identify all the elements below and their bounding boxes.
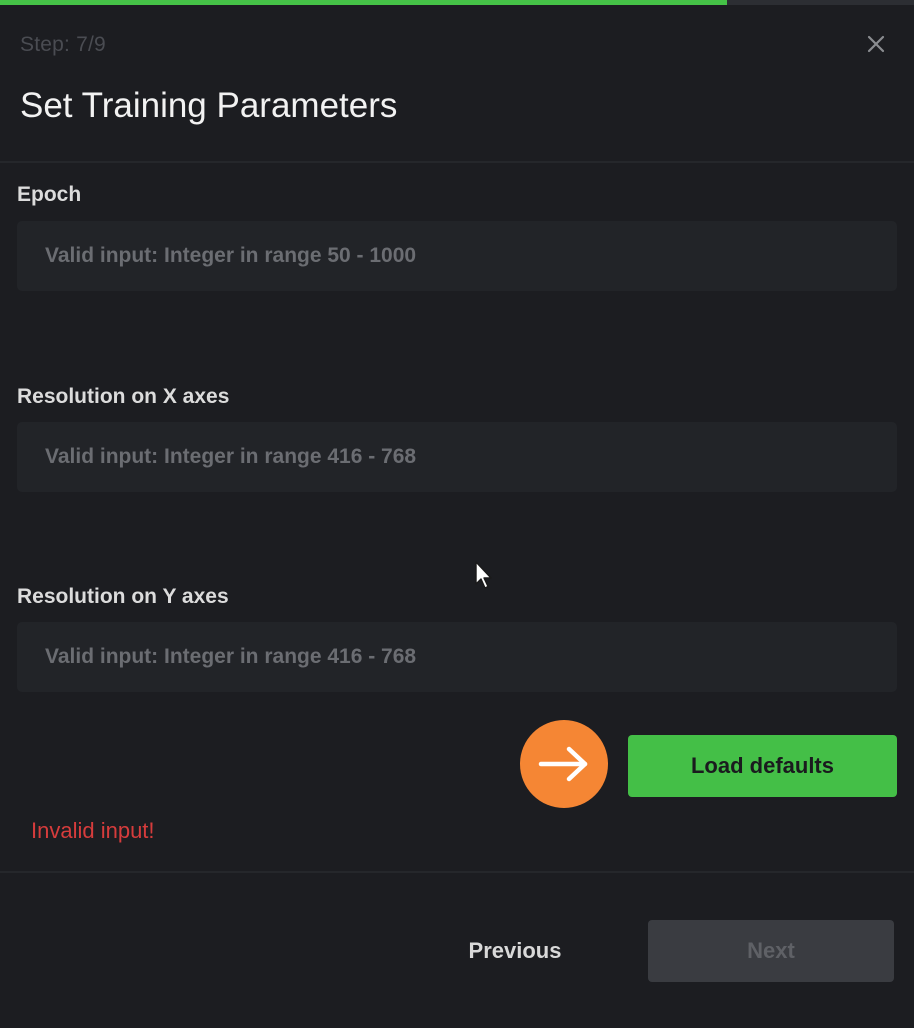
resolution-y-input[interactable]: [17, 622, 897, 692]
epoch-input[interactable]: [17, 221, 897, 291]
epoch-label: Epoch: [17, 183, 82, 206]
hint-arrow-badge: [520, 720, 608, 808]
load-defaults-button[interactable]: Load defaults: [628, 735, 897, 797]
resolution-y-label: Resolution on Y axes: [17, 585, 229, 608]
resolution-x-input[interactable]: [17, 422, 897, 492]
close-button[interactable]: [862, 30, 890, 58]
error-message: Invalid input!: [31, 818, 155, 843]
header-divider: [0, 161, 914, 163]
footer-divider: [0, 871, 914, 873]
next-button[interactable]: Next: [648, 920, 894, 982]
step-indicator: Step: 7/9: [20, 33, 106, 56]
progress-bar-fill: [0, 0, 727, 5]
page-title: Set Training Parameters: [20, 86, 398, 125]
close-icon: [867, 35, 885, 53]
arrow-right-icon: [538, 746, 588, 782]
mouse-cursor-icon: [475, 561, 492, 589]
previous-button[interactable]: Previous: [440, 920, 590, 982]
resolution-x-label: Resolution on X axes: [17, 385, 230, 408]
progress-bar: [0, 0, 914, 5]
